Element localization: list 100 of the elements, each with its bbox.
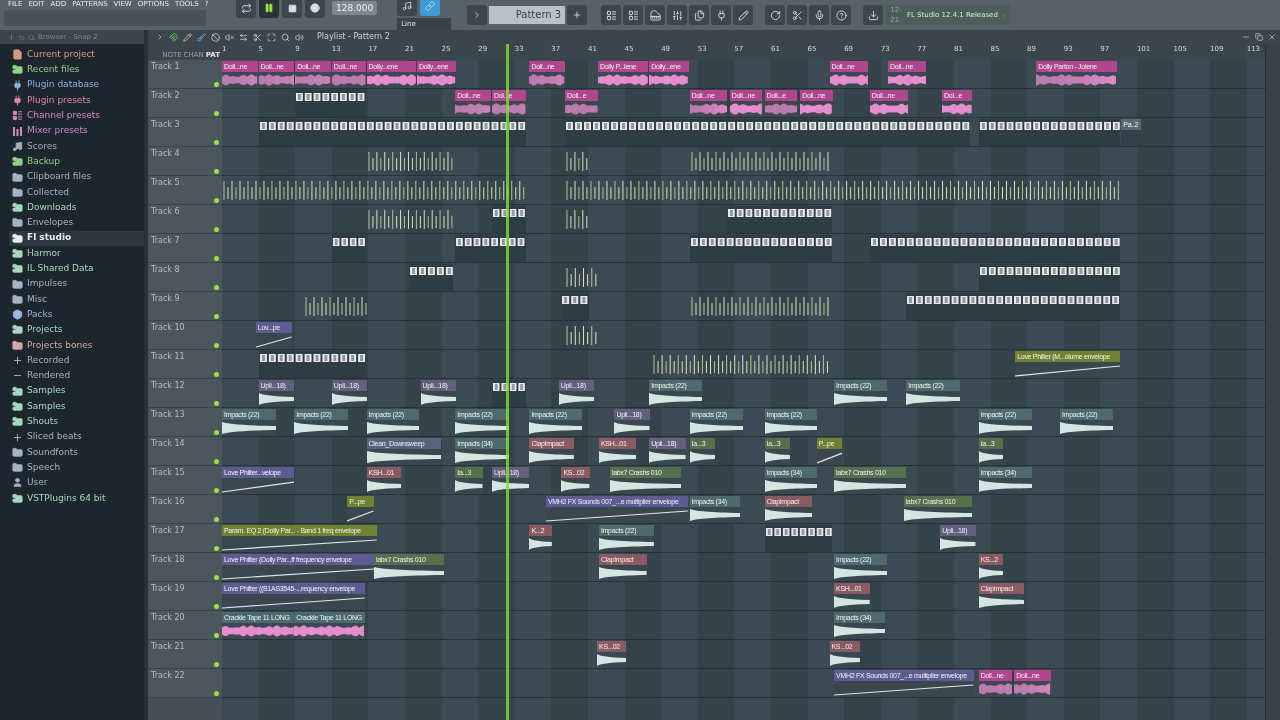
stop-button[interactable]: [282, 0, 302, 18]
help-button[interactable]: [831, 5, 852, 25]
track-led-icon[interactable]: [214, 372, 219, 377]
browser-item[interactable]: Projects: [9, 322, 144, 338]
record-audio-button[interactable]: [809, 5, 830, 25]
browser-item[interactable]: Mixer presets: [9, 123, 144, 139]
pattern-selector[interactable]: Pattern 3: [489, 6, 566, 24]
track-led-icon[interactable]: [214, 488, 219, 493]
track-header[interactable]: Track 8: [148, 263, 222, 292]
mute-icon[interactable]: [225, 32, 234, 42]
play-pause-button[interactable]: [259, 0, 279, 18]
track-header[interactable]: Track 1: [148, 60, 222, 89]
undo-button[interactable]: [765, 5, 786, 25]
browser-item[interactable]: Clipboard files: [9, 169, 144, 185]
drum-hits-drawing[interactable]: [565, 179, 1121, 201]
pattern-clip[interactable]: [978, 119, 1121, 146]
piano-roll-button[interactable]: [645, 5, 666, 25]
browser-item[interactable]: Samples: [9, 398, 144, 415]
track-header[interactable]: Track 5: [148, 176, 222, 205]
track-led-icon[interactable]: [214, 546, 219, 551]
pattern-clip[interactable]: [906, 293, 1121, 320]
record-button[interactable]: [305, 0, 325, 18]
browser-item[interactable]: Current project: [9, 47, 144, 63]
slip-icon[interactable]: [239, 32, 248, 42]
browser-item[interactable]: Projects bones: [9, 337, 144, 353]
track-led-icon[interactable]: [214, 575, 219, 580]
drum-hits-drawing[interactable]: [222, 179, 526, 201]
add-pattern-button[interactable]: [567, 5, 588, 25]
cut-button[interactable]: [787, 5, 808, 25]
browser-item[interactable]: Impulses: [9, 276, 144, 292]
track-led-icon[interactable]: [214, 343, 219, 348]
drum-hits-drawing[interactable]: [565, 208, 589, 230]
track-header[interactable]: Track 4: [148, 147, 222, 176]
browser-item[interactable]: Misc: [9, 291, 144, 308]
track-led-icon[interactable]: [214, 430, 219, 435]
browser-item[interactable]: Recorded: [9, 352, 144, 369]
playlist-grid[interactable]: [222, 60, 1265, 720]
track-led-icon[interactable]: [214, 691, 219, 696]
loop-button[interactable]: [236, 0, 256, 18]
track-header[interactable]: Track 7: [148, 234, 222, 263]
track-led-icon[interactable]: [214, 517, 219, 522]
track-header[interactable]: Track 9: [148, 292, 222, 321]
drum-hits-drawing[interactable]: [565, 266, 598, 288]
browser-item[interactable]: Collected: [9, 184, 144, 200]
pattern-clip[interactable]: [565, 119, 971, 146]
pattern-clip[interactable]: [764, 525, 833, 552]
pattern-clip[interactable]: [295, 90, 366, 117]
browser-item[interactable]: Shouts: [9, 414, 144, 430]
drum-hits-drawing[interactable]: [366, 150, 454, 172]
pattern-clip[interactable]: [331, 235, 366, 262]
link-button[interactable]: [420, 0, 441, 16]
note-tool-button[interactable]: [397, 0, 418, 16]
track-led-icon[interactable]: [214, 140, 219, 145]
pattern-clip[interactable]: [561, 293, 589, 320]
track-header[interactable]: Track 21: [148, 640, 222, 669]
delete-icon[interactable]: [211, 32, 220, 42]
track-header[interactable]: Track 19: [148, 582, 222, 611]
drum-hits-drawing[interactable]: [565, 150, 589, 172]
drum-hits-drawing[interactable]: [565, 324, 598, 346]
track-led-icon[interactable]: [214, 198, 219, 203]
plugin-button[interactable]: [711, 5, 732, 25]
tempo-display[interactable]: 128.000: [332, 1, 378, 15]
pattern-clip[interactable]: [258, 351, 366, 378]
restore-icon[interactable]: [1255, 33, 1263, 41]
drum-hits-drawing[interactable]: [304, 295, 369, 317]
pattern-clip[interactable]: [491, 380, 526, 407]
browser-item[interactable]: Soundfonts: [9, 444, 144, 460]
pattern-clip[interactable]: [258, 119, 526, 146]
browser-item[interactable]: Speech: [9, 460, 144, 476]
pattern-clip[interactable]: [689, 235, 833, 262]
pattern-clip[interactable]: [408, 264, 454, 291]
track-header[interactable]: Track 2: [148, 89, 222, 118]
browser-button[interactable]: [689, 5, 710, 25]
browser-item[interactable]: Scores: [9, 138, 144, 155]
track-led-icon[interactable]: [214, 256, 219, 261]
brush-icon[interactable]: [197, 32, 206, 42]
track-header[interactable]: Track 22: [148, 669, 222, 698]
drum-hits-drawing[interactable]: [689, 150, 830, 172]
track-header[interactable]: Track 17: [148, 524, 222, 553]
track-led-icon[interactable]: [214, 662, 219, 667]
touch-button[interactable]: [733, 5, 754, 25]
mixer-button[interactable]: [667, 5, 688, 25]
pattern-clip[interactable]: [727, 206, 833, 233]
browser-item[interactable]: Backup: [9, 154, 144, 170]
track-header[interactable]: Track 10: [148, 321, 222, 350]
drum-hits-drawing[interactable]: [652, 353, 830, 375]
browser-item[interactable]: Recent files: [9, 62, 144, 78]
track-led-icon[interactable]: [214, 633, 219, 638]
track-led-icon[interactable]: [214, 459, 219, 464]
browser-item[interactable]: Samples: [9, 383, 144, 399]
close-icon[interactable]: [1268, 33, 1276, 41]
browser-item[interactable]: IL Shared Data: [9, 261, 144, 277]
playlist-button[interactable]: [601, 5, 622, 25]
track-led-icon[interactable]: [214, 82, 219, 87]
track-led-icon[interactable]: [214, 314, 219, 319]
pattern-clip[interactable]: [491, 206, 526, 233]
download-button[interactable]: [863, 5, 884, 25]
drum-hits-drawing[interactable]: [366, 208, 454, 230]
browser-item[interactable]: Packs: [9, 307, 144, 323]
browser-item[interactable]: Plugin presets: [9, 92, 144, 109]
